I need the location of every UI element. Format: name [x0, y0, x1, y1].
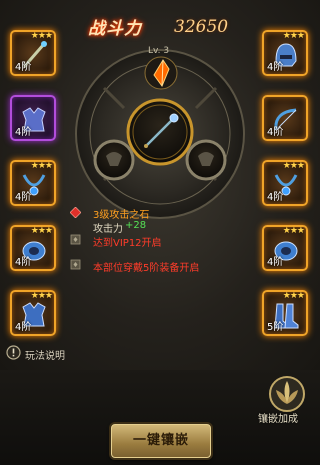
equip-grade: 4阶 — [267, 62, 284, 73]
equip-slot-left-4[interactable]: ★★★ 4阶 — [10, 225, 56, 271]
combat-power-value: 32650 — [174, 17, 229, 37]
help-button[interactable]: 玩法说明 — [6, 345, 86, 362]
equip-slot-right-3[interactable]: ★★★ 4阶 — [262, 160, 308, 206]
lock-icon — [70, 234, 81, 245]
exclamation-icon — [6, 345, 21, 360]
equip-slot-right-5[interactable]: ★★★ 5阶 — [262, 290, 308, 336]
one-click-inlay-button[interactable]: 一键镶嵌 — [111, 424, 211, 458]
equip-grade: 4阶 — [267, 257, 284, 268]
equip-grade: 5阶 — [267, 322, 284, 333]
slot3-unlock-condition: 本部位穿戴5阶装备开启 — [93, 263, 200, 274]
gem-stat-label: 攻击力 — [93, 224, 123, 235]
equip-slot-right-4[interactable]: ★★★ 4阶 — [262, 225, 308, 271]
equip-grade: 4阶 — [15, 322, 32, 333]
lock-icon — [70, 259, 81, 270]
attack-gem-icon[interactable] — [143, 55, 179, 91]
star-rating: ★★★ — [30, 31, 53, 41]
equip-grade: 4阶 — [267, 192, 284, 203]
star-rating: ★★★ — [30, 226, 53, 236]
star-rating: ★★★ — [282, 161, 305, 171]
equip-slot-left-3[interactable]: ★★★ 4阶 — [10, 160, 56, 206]
equip-grade: 4阶 — [15, 62, 32, 73]
star-rating: ★★★ — [30, 161, 53, 171]
gem-name: 3级攻击之石 — [93, 210, 150, 221]
star-rating: ★★★ — [30, 291, 53, 301]
help-label: 玩法说明 — [25, 351, 65, 362]
star-rating: ★★★ — [282, 291, 305, 301]
equip-slot-left-1[interactable]: ★★★ 4阶 — [10, 30, 56, 76]
ruby-gem-icon — [70, 207, 81, 218]
combat-power: 战斗力 32650 — [88, 14, 238, 40]
inlay-bonus-label: 镶嵌加成 — [258, 414, 298, 425]
combat-power-label: 战斗力 — [88, 19, 142, 39]
equip-grade: 4阶 — [15, 192, 32, 203]
equip-grade: 4阶 — [15, 127, 32, 138]
slot2-unlock-condition: 达到VIP12开启 — [93, 238, 162, 249]
equip-slot-right-2[interactable]: 4阶 — [262, 95, 308, 141]
equip-slot-left-2[interactable]: 4阶 — [10, 95, 56, 141]
equip-slot-right-1[interactable]: ★★★ 4阶 — [262, 30, 308, 76]
star-rating: ★★★ — [282, 31, 305, 41]
equip-slot-left-5[interactable]: ★★★ 4阶 — [10, 290, 56, 336]
equip-grade: 4阶 — [15, 257, 32, 268]
star-rating: ★★★ — [282, 226, 305, 236]
gem-stat-value: +28 — [125, 220, 147, 231]
equip-grade: 4阶 — [267, 127, 284, 138]
